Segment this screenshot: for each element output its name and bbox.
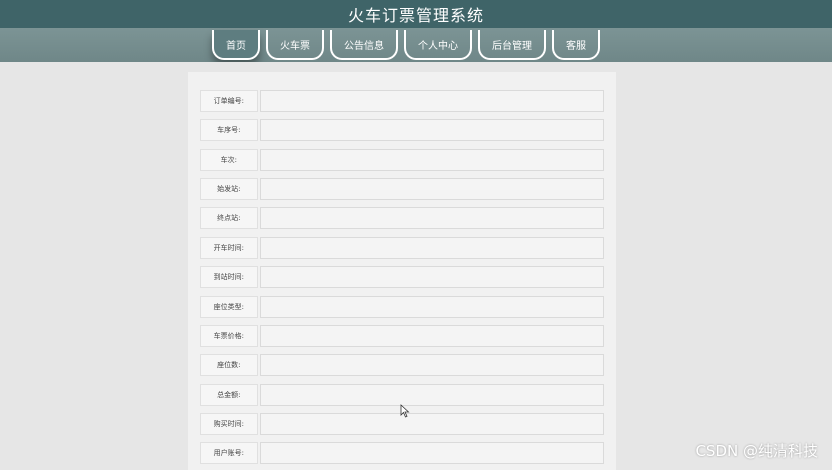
form-row-arrival-time: 到站时间: [200,266,604,288]
arrival-time-field[interactable] [259,266,604,288]
watermark: CSDN @纯清科技 [695,442,818,460]
form-row-seat-count: 座位数: [200,354,604,376]
form-label: 终点站: [200,207,258,229]
train-number-field[interactable] [259,149,604,171]
form-label: 总金额: [200,384,258,406]
form-row-departure-station: 始发站: [200,178,604,200]
user-account-field[interactable] [259,442,604,464]
form-label: 用户账号: [200,442,258,464]
nav-item-personal-center[interactable]: 个人中心 [404,30,472,60]
order-number-field[interactable] [259,90,604,112]
form-row-train-number: 车次: [200,149,604,171]
form-row-ticket-price: 车票价格: [200,325,604,347]
total-amount-field[interactable] [259,384,604,406]
nav-item-home[interactable]: 首页 [212,30,260,60]
form-label: 购买时间: [200,413,258,435]
mouse-cursor-icon [400,404,410,418]
nav-item-customer-service[interactable]: 客服 [552,30,600,60]
form-row-train-seq: 车序号: [200,119,604,141]
header-bar: 火车订票管理系统 [0,0,832,28]
seat-type-field[interactable] [259,296,604,318]
seat-count-field[interactable] [259,354,604,376]
form-label: 座位数: [200,354,258,376]
departure-time-field[interactable] [259,237,604,259]
form-label: 到站时间: [200,266,258,288]
nav-item-train-tickets[interactable]: 火车票 [266,30,324,60]
form-row-order-number: 订单编号: [200,90,604,112]
form-label: 订单编号: [200,90,258,112]
nav-item-admin[interactable]: 后台管理 [478,30,546,60]
form-label: 车票价格: [200,325,258,347]
purchase-time-field[interactable] [259,413,604,435]
nav-bar: 首页 火车票 公告信息 个人中心 后台管理 客服 [0,28,832,62]
form-row-total-amount: 总金额: [200,384,604,406]
nav-list: 首页 火车票 公告信息 个人中心 后台管理 客服 [212,30,606,60]
form-row-terminal-station: 终点站: [200,207,604,229]
form-label: 座位类型: [200,296,258,318]
form-label: 车次: [200,149,258,171]
form-label: 始发站: [200,178,258,200]
terminal-station-field[interactable] [259,207,604,229]
form-row-seat-type: 座位类型: [200,296,604,318]
nav-item-announcements[interactable]: 公告信息 [330,30,398,60]
form-label: 开车时间: [200,237,258,259]
form-label: 车序号: [200,119,258,141]
ticket-price-field[interactable] [259,325,604,347]
app-title: 火车订票管理系统 [347,6,484,25]
train-seq-field[interactable] [259,119,604,141]
departure-station-field[interactable] [259,178,604,200]
form-row-departure-time: 开车时间: [200,237,604,259]
form-row-user-account: 用户账号: [200,442,604,464]
main-content: 订单编号: 车序号: 车次: 始发站: 终点站: 开车时间: 到站时间: 座位类… [0,62,832,470]
